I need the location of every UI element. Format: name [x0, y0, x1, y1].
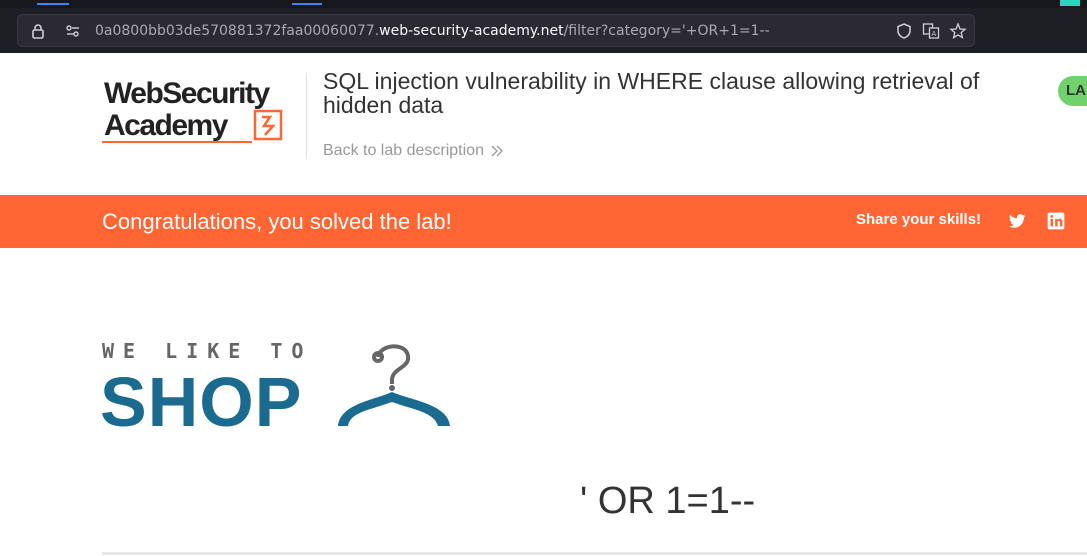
twitter-icon[interactable]	[1007, 211, 1027, 231]
congratulations-banner: Congratulations, you solved the lab! Sha…	[0, 195, 1087, 248]
url-text[interactable]: 0a0800bb03de570881372faa00060077.web-sec…	[95, 23, 770, 39]
browser-chrome: 0a0800bb03de570881372faa00060077.web-sec…	[0, 0, 1087, 53]
tab-strip[interactable]	[0, 0, 1087, 8]
category-heading: ' OR 1=1--	[580, 480, 756, 522]
lock-icon[interactable]	[29, 22, 47, 40]
tab-indicator	[292, 3, 322, 5]
linkedin-icon[interactable]	[1046, 211, 1066, 231]
lab-title: SQL injection vulnerability in WHERE cla…	[323, 68, 980, 118]
site-settings-icon[interactable]	[64, 22, 82, 40]
back-to-lab-description-link[interactable]: Back to lab description	[323, 142, 504, 160]
logo-line2: Academy	[104, 109, 229, 142]
double-chevron-right-icon	[491, 145, 503, 157]
tracking-protection-icon[interactable]	[895, 22, 913, 40]
shop-tagline: WE LIKE TO	[102, 339, 313, 363]
bookmark-star-icon[interactable]	[949, 22, 967, 40]
url-host-prefix: 0a0800bb03de570881372faa00060077.	[95, 23, 380, 39]
header-divider	[306, 73, 307, 159]
shop-logo-word: SHOP	[100, 363, 303, 441]
web-security-academy-logo[interactable]: WebSecurity Academy	[102, 75, 307, 145]
congratulations-message: Congratulations, you solved the lab!	[102, 209, 452, 234]
back-link-label: Back to lab description	[323, 142, 484, 159]
lab-header: WebSecurity Academy SQL injection vulner…	[0, 53, 1087, 195]
translate-icon[interactable]: A	[922, 22, 940, 40]
svg-text:A: A	[932, 30, 937, 38]
url-path: /filter?category='+OR+1=1--	[563, 23, 770, 39]
extension-badge[interactable]	[1060, 0, 1080, 6]
hanger-icon	[338, 344, 450, 426]
section-divider	[102, 552, 1087, 555]
logo-line1: WebSecurity	[104, 77, 270, 110]
active-tab-indicator	[37, 3, 69, 5]
address-bar[interactable]: 0a0800bb03de570881372faa00060077.web-sec…	[17, 14, 975, 47]
share-skills-label: Share your skills!	[856, 211, 982, 228]
url-host-domain: web-security-academy.net	[379, 23, 564, 39]
lab-status-badge: LA	[1058, 76, 1087, 106]
